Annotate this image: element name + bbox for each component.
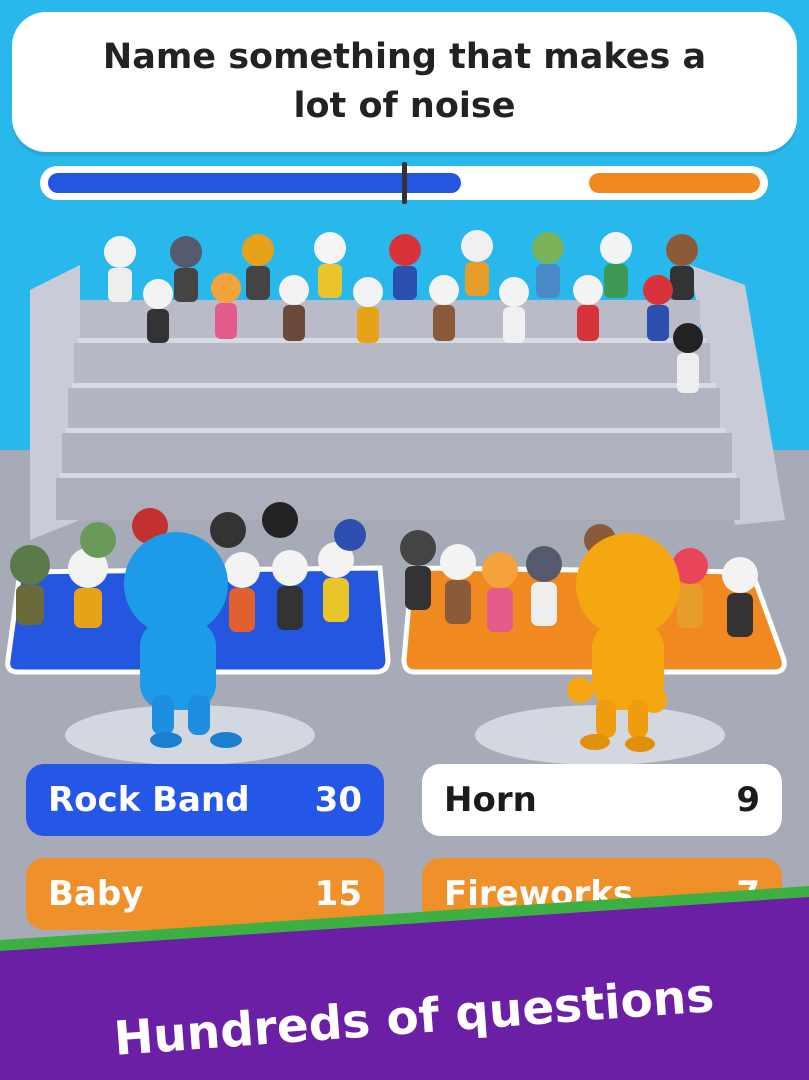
answer-points: 15 <box>314 874 362 914</box>
vote-progress-bar <box>40 162 768 204</box>
answer-label: Horn <box>444 780 537 820</box>
question-text: Name something that makes a lot of noise <box>102 37 707 126</box>
answer-points: 9 <box>736 780 760 820</box>
question-card: Name something that makes a lot of noise <box>12 12 797 152</box>
answer-button-rock-band[interactable]: Rock Band 30 <box>26 764 384 836</box>
answer-points: 7 <box>736 874 760 914</box>
answer-points: 30 <box>314 780 362 820</box>
answer-button-horn[interactable]: Horn 9 <box>422 764 782 836</box>
answer-button-fireworks[interactable]: Fireworks 7 <box>422 858 782 930</box>
answer-label: Rock Band <box>48 780 250 820</box>
blue-vote-fill <box>48 173 461 193</box>
orange-vote-fill <box>589 173 760 193</box>
answer-label: Fireworks <box>444 874 634 914</box>
vote-bar-marker <box>402 162 407 204</box>
answer-button-baby[interactable]: Baby 15 <box>26 858 384 930</box>
answer-label: Baby <box>48 874 144 914</box>
